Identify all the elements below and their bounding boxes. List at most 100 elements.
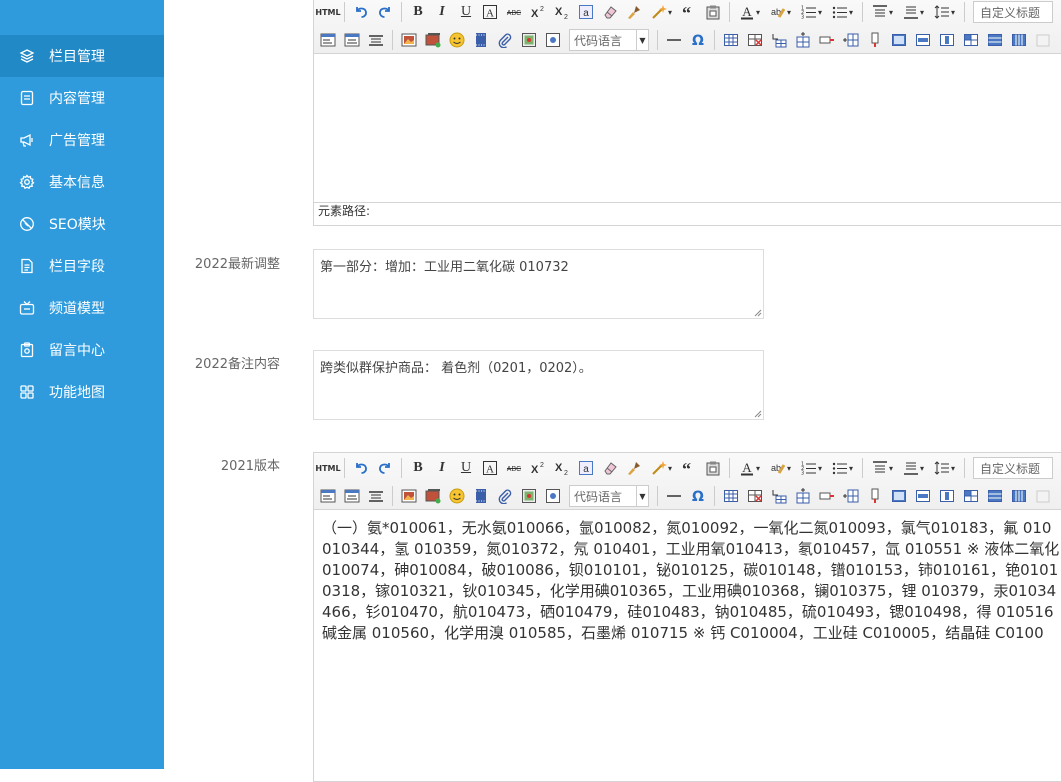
eraser-icon[interactable] xyxy=(601,3,620,22)
code-language-select[interactable]: 代码语言 ▼ xyxy=(569,29,649,51)
sidebar-item-column-management[interactable]: 栏目管理 xyxy=(0,35,164,77)
adjust-textarea[interactable]: 第一部分：增加：工业用二氧化碳 010732 xyxy=(313,249,764,319)
image-icon[interactable] xyxy=(400,31,419,50)
video-icon[interactable] xyxy=(472,487,491,506)
subscript-icon[interactable]: X2 xyxy=(553,3,572,22)
delete-column-icon[interactable] xyxy=(866,31,885,50)
resize-grip-icon[interactable] xyxy=(754,309,762,317)
row-spacing-top-icon[interactable] xyxy=(870,3,896,22)
magic-wand-icon[interactable] xyxy=(649,3,675,22)
insert-column-icon[interactable] xyxy=(842,31,861,50)
strikethrough-icon[interactable]: ABC xyxy=(505,3,524,22)
special-chars-icon[interactable]: Ω xyxy=(689,31,708,50)
highlight-color-icon[interactable]: ab xyxy=(768,3,794,22)
merge-right-icon[interactable] xyxy=(914,31,933,50)
emoticon-icon[interactable] xyxy=(448,31,467,50)
row-spacing-bottom-icon[interactable] xyxy=(901,459,927,478)
attachment-icon[interactable] xyxy=(496,487,515,506)
special-chars-icon[interactable]: Ω xyxy=(689,487,708,506)
align-right-icon[interactable] xyxy=(367,31,386,50)
merge-right-icon[interactable] xyxy=(914,487,933,506)
blockquote-icon[interactable]: “ xyxy=(680,459,699,478)
unordered-list-icon[interactable] xyxy=(830,3,856,22)
chart-icon[interactable] xyxy=(1034,487,1053,506)
align-left-icon[interactable] xyxy=(319,487,338,506)
unordered-list-icon[interactable] xyxy=(830,459,856,478)
format-brush-icon[interactable] xyxy=(625,459,644,478)
video-icon[interactable] xyxy=(472,31,491,50)
paste-plain-icon[interactable] xyxy=(704,3,723,22)
split-columns-icon[interactable] xyxy=(1010,31,1029,50)
sidebar-item-content-management[interactable]: 内容管理 xyxy=(0,77,164,119)
magic-wand-icon[interactable] xyxy=(649,459,675,478)
paste-plain-icon[interactable] xyxy=(704,459,723,478)
align-left-icon[interactable] xyxy=(319,31,338,50)
multi-image-icon[interactable] xyxy=(424,31,443,50)
editor-body-top[interactable] xyxy=(314,54,1061,202)
delete-column-icon[interactable] xyxy=(866,487,885,506)
merge-down-icon[interactable] xyxy=(938,31,957,50)
line-height-icon[interactable] xyxy=(932,3,958,22)
ordered-list-icon[interactable]: 123 xyxy=(799,3,825,22)
sidebar-item-ad-management[interactable]: 广告管理 xyxy=(0,119,164,161)
sidebar-item-basic-info[interactable]: 基本信息 xyxy=(0,161,164,203)
align-right-icon[interactable] xyxy=(367,487,386,506)
insert-table-icon[interactable] xyxy=(722,487,741,506)
code-icon[interactable] xyxy=(544,487,563,506)
split-cells-icon[interactable] xyxy=(962,487,981,506)
emoticon-icon[interactable] xyxy=(448,487,467,506)
resize-grip-icon[interactable] xyxy=(754,410,762,418)
sidebar-item-column-fields[interactable]: 栏目字段 xyxy=(0,245,164,287)
split-cells-icon[interactable] xyxy=(962,31,981,50)
underline-icon[interactable]: U xyxy=(457,459,476,478)
font-border-icon[interactable]: A xyxy=(481,3,500,22)
horizontal-rule-icon[interactable] xyxy=(665,31,684,50)
superscript-icon[interactable]: X2 xyxy=(529,3,548,22)
strikethrough-icon[interactable]: ABC xyxy=(505,459,524,478)
undo-icon[interactable] xyxy=(352,3,371,22)
custom-title-select[interactable]: 自定义标题 xyxy=(973,1,1053,23)
align-center-icon[interactable] xyxy=(343,31,362,50)
delete-table-icon[interactable] xyxy=(746,487,765,506)
superscript-icon[interactable]: X2 xyxy=(529,459,548,478)
map-icon[interactable] xyxy=(520,487,539,506)
subscript-icon[interactable]: X2 xyxy=(553,459,572,478)
insert-row-icon[interactable] xyxy=(794,487,813,506)
image-icon[interactable] xyxy=(400,487,419,506)
format-match-icon[interactable]: a xyxy=(577,459,596,478)
insert-row-icon[interactable] xyxy=(794,31,813,50)
redo-icon[interactable] xyxy=(376,459,395,478)
sidebar-item-seo-module[interactable]: SEO模块 xyxy=(0,203,164,245)
multi-image-icon[interactable] xyxy=(424,487,443,506)
ordered-list-icon[interactable]: 123 xyxy=(799,459,825,478)
html-source-icon[interactable]: HTML xyxy=(315,459,340,478)
line-height-icon[interactable] xyxy=(932,459,958,478)
delete-row-icon[interactable] xyxy=(818,31,837,50)
remark-textarea[interactable]: 跨类似群保护商品： 着色剂（0201，0202）。 xyxy=(313,350,764,420)
custom-title-select[interactable]: 自定义标题 xyxy=(973,457,1053,479)
bold-icon[interactable]: B xyxy=(409,459,428,478)
row-spacing-top-icon[interactable] xyxy=(870,459,896,478)
sidebar-item-channel-model[interactable]: 频道模型 xyxy=(0,287,164,329)
insert-paragraph-before-table-icon[interactable] xyxy=(770,31,789,50)
split-rows-icon[interactable] xyxy=(986,487,1005,506)
chart-icon[interactable] xyxy=(1034,31,1053,50)
font-color-icon[interactable]: A xyxy=(737,3,763,22)
editor-body-version[interactable]: （一）氨*010061，无水氨010066，氩010082，氮010092，一氧… xyxy=(314,510,1061,780)
highlight-color-icon[interactable]: ab xyxy=(768,459,794,478)
sidebar-item-message-center[interactable]: 留言中心 xyxy=(0,329,164,371)
split-columns-icon[interactable] xyxy=(1010,487,1029,506)
format-brush-icon[interactable] xyxy=(625,3,644,22)
code-icon[interactable] xyxy=(544,31,563,50)
redo-icon[interactable] xyxy=(376,3,395,22)
font-border-icon[interactable]: A xyxy=(481,459,500,478)
html-source-icon[interactable]: HTML xyxy=(315,3,340,22)
undo-icon[interactable] xyxy=(352,459,371,478)
insert-column-icon[interactable] xyxy=(842,487,861,506)
underline-icon[interactable]: U xyxy=(457,3,476,22)
bold-icon[interactable]: B xyxy=(409,3,428,22)
insert-paragraph-before-table-icon[interactable] xyxy=(770,487,789,506)
row-spacing-bottom-icon[interactable] xyxy=(901,3,927,22)
font-color-icon[interactable]: A xyxy=(737,459,763,478)
delete-row-icon[interactable] xyxy=(818,487,837,506)
